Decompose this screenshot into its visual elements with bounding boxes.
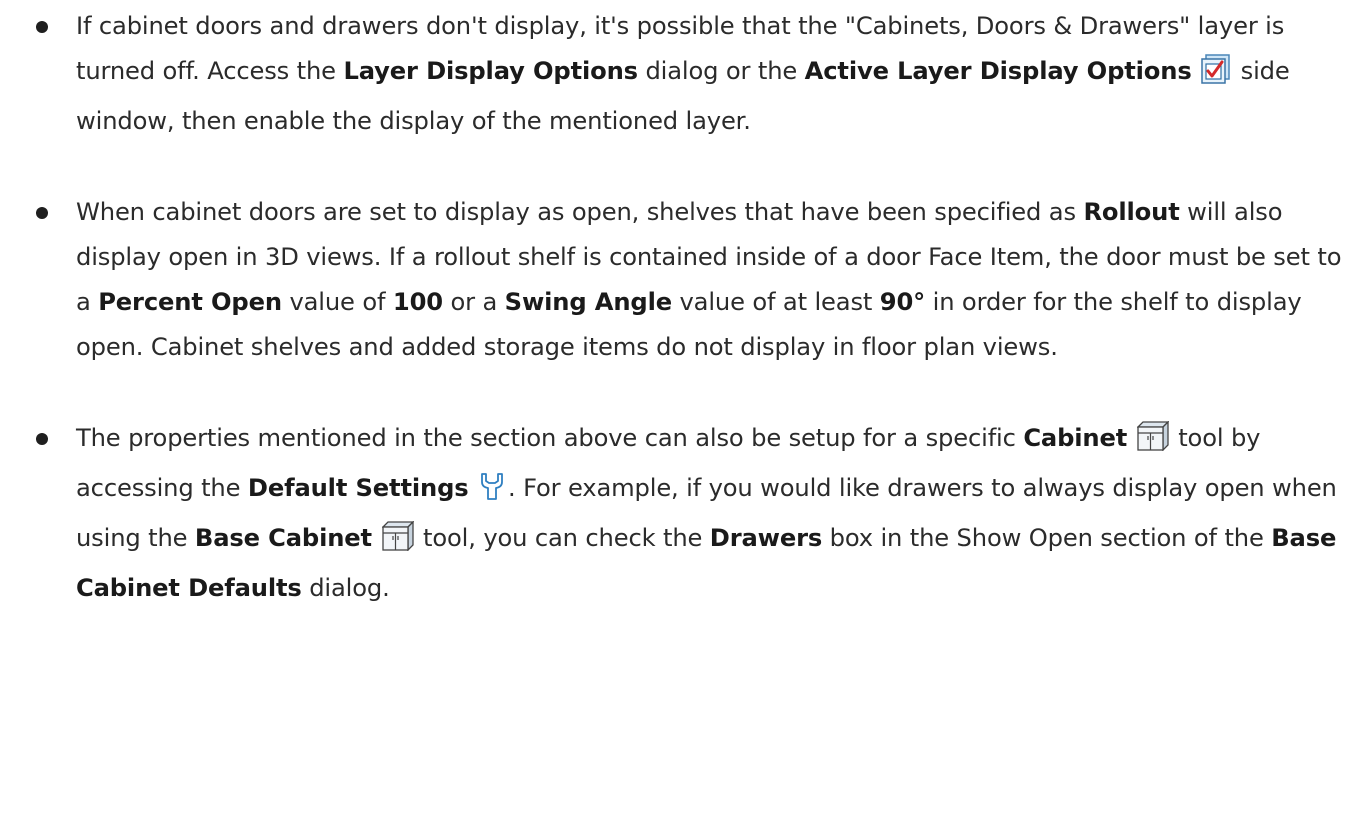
- bullet-icon: [36, 207, 48, 219]
- text: tool, you can check the: [415, 524, 710, 552]
- active-layer-display-options-icon: [1201, 54, 1231, 99]
- list-item-default-settings: The properties mentioned in the section …: [36, 416, 1345, 611]
- text: When cabinet doors are set to display as…: [76, 198, 1084, 226]
- text: or a: [442, 288, 505, 316]
- bullet-icon: [36, 433, 48, 445]
- bold-term: Base Cabinet: [194, 524, 372, 552]
- bullet-list: If cabinet doors and drawers don't displ…: [36, 4, 1345, 657]
- bold-term: Percent Open: [98, 288, 282, 316]
- list-item-layer-display: If cabinet doors and drawers don't displ…: [36, 4, 1345, 144]
- bold-term: Layer Display Options: [343, 57, 638, 85]
- text: value of at least: [671, 288, 880, 316]
- bold-term: Drawers: [709, 524, 823, 552]
- bold-term: Swing Angle: [504, 288, 672, 316]
- bullet-icon: [36, 21, 48, 33]
- cabinet-icon: [380, 520, 415, 566]
- text: The properties mentioned in the section …: [76, 424, 1024, 452]
- list-item-rollout-shelves: When cabinet doors are set to display as…: [36, 190, 1345, 370]
- bold-term: Default Settings: [247, 474, 469, 502]
- text: dialog.: [301, 574, 390, 602]
- default-settings-wrench-icon: [478, 471, 506, 516]
- text: dialog or the: [637, 57, 805, 85]
- bold-term: Cabinet: [1023, 424, 1128, 452]
- bold-term: 90°: [879, 288, 926, 316]
- text: value of: [281, 288, 393, 316]
- bold-term: Active Layer Display Options: [804, 57, 1192, 85]
- cabinet-icon: [1136, 420, 1170, 466]
- bold-term: Rollout: [1083, 198, 1180, 226]
- text: box in the Show Open section of the: [822, 524, 1272, 552]
- bold-term: 100: [392, 288, 443, 316]
